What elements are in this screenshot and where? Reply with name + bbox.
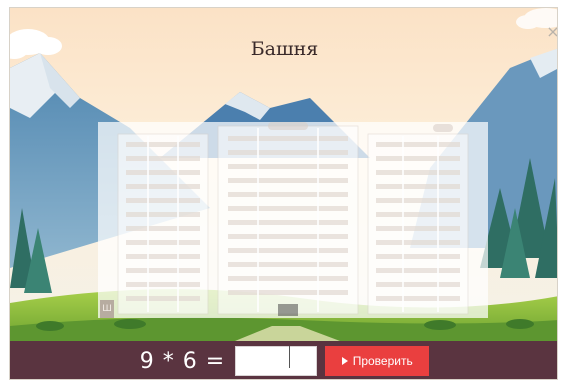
building-picture: Ш [98, 122, 488, 318]
close-icon[interactable]: × [544, 22, 557, 41]
play-icon [341, 357, 348, 365]
game-window: Башня × [9, 7, 558, 380]
check-button-label: Проверить [352, 354, 413, 368]
answer-bar: 9 * 6 = Проверить [10, 341, 557, 379]
text-caret [289, 346, 290, 368]
apartment-tower [117, 122, 469, 316]
level-title: Башня [250, 38, 319, 60]
check-button[interactable]: Проверить [325, 346, 430, 376]
math-problem: 9 * 6 = [139, 348, 226, 374]
answer-input[interactable] [235, 346, 318, 376]
hint-tab[interactable]: Ш [100, 300, 114, 318]
